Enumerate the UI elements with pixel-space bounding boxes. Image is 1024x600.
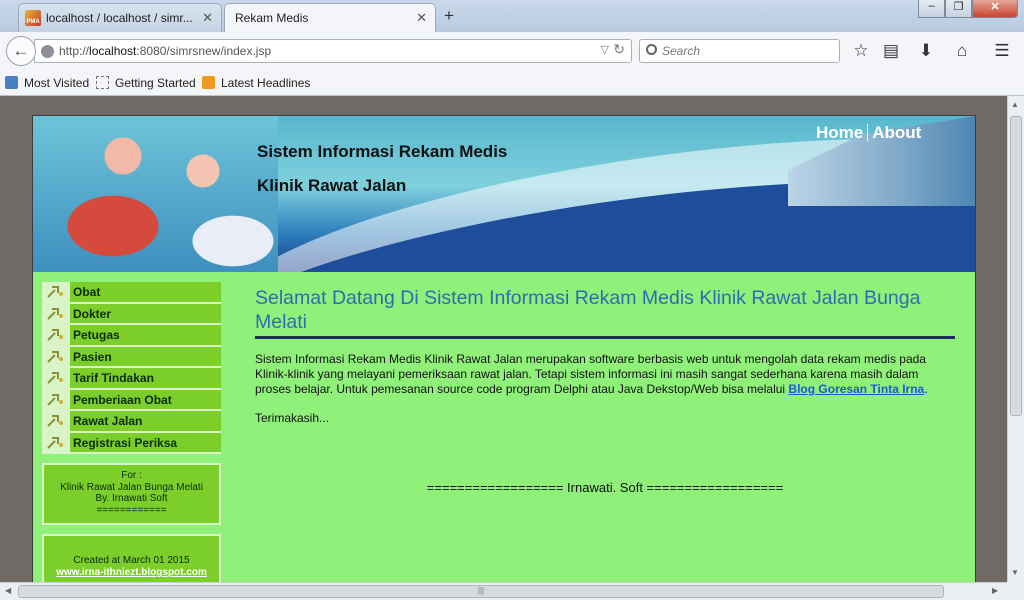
blog-goresan-link[interactable]: Blog Goresan Tinta Irna [788,382,924,396]
pin-arrow-icon [47,286,63,298]
minimize-button[interactable]: – [918,0,945,18]
banner-subtitle: Klinik Rawat Jalan [257,176,407,195]
blog-link[interactable]: www.irna-ithniezt.blogspot.com [44,567,219,579]
sidebar-item-registrasi-periksa[interactable]: Registrasi Periksa [42,432,221,454]
bookmark-label: Getting Started [115,76,196,90]
horizontal-scrollbar[interactable]: ◀ ||| ▶ [0,582,1007,600]
navigation-toolbar: http://localhost:8080/simrsnew/index.jsp… [0,32,1024,70]
scroll-left-arrow-icon[interactable]: ◀ [5,586,11,595]
credits-for-label: For : [121,470,142,481]
page-container: Sistem Informasi Rekam Medis Klinik Rawa… [32,115,976,582]
bookmark-label: Most Visited [24,76,90,90]
menu-hamburger-icon[interactable]: ☰ [992,41,1012,61]
horizontal-scroll-thumb[interactable]: ||| [18,585,944,598]
tab-close-icon[interactable]: ✕ [416,10,427,26]
search-icon [646,44,657,55]
vertical-scroll-thumb[interactable] [1010,116,1022,416]
sidebar-item-label: Tarif Tindakan [73,371,154,385]
created-info-box: Created at March 01 2015 www.irna-ithnie… [42,534,221,582]
bookmark-most-visited[interactable]: Most Visited [5,76,89,90]
pin-arrow-icon [47,415,63,427]
banner-title: Sistem Informasi Rekam Medis [257,142,508,161]
nav-link-home[interactable]: Home [816,123,863,142]
sidebar-item-label: Petugas [73,328,120,342]
search-input[interactable]: Search [639,39,840,63]
vertical-scrollbar[interactable]: ▲ ▼ [1007,96,1024,582]
top-navigation: Home About [816,123,925,143]
sidebar-item-tarif-tindakan[interactable]: Tarif Tindakan [42,368,221,390]
page-viewport: Sistem Informasi Rekam Medis Klinik Rawa… [0,96,1007,582]
close-window-button[interactable]: ✕ [972,0,1018,18]
sidebar-item-label: Rawat Jalan [73,414,143,428]
tab-phpmyadmin[interactable]: PMA localhost / localhost / simr... ✕ [18,3,222,32]
sidebar-item-obat[interactable]: Obat [42,282,221,304]
sidebar-item-dokter[interactable]: Dokter [42,303,221,325]
banner-medical-staff-image [33,116,278,272]
welcome-paragraph: Sistem Informasi Rekam Medis Klinik Rawa… [255,352,955,397]
search-placeholder: Search [662,44,701,58]
bookmarks-toolbar: Most Visited Getting Started Latest Head… [0,70,1024,96]
sidebar-item-pasien[interactable]: Pasien [42,346,221,368]
thanks-text: Terimakasih... [255,411,330,425]
pin-arrow-icon [47,350,63,363]
rss-feed-icon [202,76,215,89]
created-date: Created at March 01 2015 [73,555,190,566]
url-dropdown-icon[interactable]: ▽ [601,43,609,56]
pin-arrow-icon [47,393,63,406]
sidebar-item-label: Pasien [73,349,112,364]
tab-rekam-medis[interactable]: Rekam Medis ✕ [224,3,436,32]
home-icon[interactable]: ⌂ [952,41,972,61]
welcome-title: Selamat Datang Di Sistem Informasi Rekam… [255,286,955,339]
url-host: localhost [89,44,137,58]
credits-box: For : Klinik Rawat Jalan Bunga Melati By… [42,463,221,525]
sidebar-menu: Obat Dokter Petugas Pasien Tarif Tindaka… [42,282,221,454]
paragraph-end: . [924,382,928,396]
sidebar-item-label: Obat [73,285,101,299]
bookmarks-library-icon[interactable]: ▤ [881,41,901,61]
sidebar-item-rawat-jalan[interactable]: Rawat Jalan [42,411,221,433]
download-icon[interactable]: ⬇ [916,41,936,61]
header-banner: Sistem Informasi Rekam Medis Klinik Rawa… [33,116,975,272]
sidebar-item-label: Registrasi Periksa [73,435,178,450]
scrollbar-corner [1007,582,1024,600]
sidebar-item-pemberiaan-obat[interactable]: Pemberiaan Obat [42,389,221,411]
credits-clinic-name: Klinik Rawat Jalan Bunga Melati [60,481,203,493]
most-visited-icon [5,76,18,89]
nav-link-about[interactable]: About [872,123,921,142]
url-prefix: http:// [59,44,90,58]
url-path: :8080/simrsnew/index.jsp [136,44,272,58]
bookmark-latest-headlines[interactable]: Latest Headlines [202,76,310,90]
scroll-up-arrow-icon[interactable]: ▲ [1011,100,1019,109]
pin-arrow-icon [47,307,63,320]
sidebar-item-label: Dokter [73,306,112,321]
credits-author: By. Irnawati Soft [95,493,168,504]
browser-titlebar: PMA localhost / localhost / simr... ✕ Re… [0,0,1024,32]
new-tab-plus-icon[interactable]: + [444,6,454,26]
pin-arrow-icon [47,372,63,384]
maximize-button[interactable]: ❐ [945,0,972,18]
bookmark-label: Latest Headlines [221,76,311,90]
sidebar-item-label: Pemberiaan Obat [73,392,172,407]
reload-icon[interactable]: ↻ [613,41,625,58]
url-bar[interactable]: http://localhost:8080/simrsnew/index.jsp… [34,39,632,63]
page-icon [96,76,109,89]
scroll-right-arrow-icon[interactable]: ▶ [992,586,998,595]
signature-text: ================== Irnawati. Soft ======… [426,480,784,495]
back-button[interactable]: ← [6,36,36,66]
main-content: Selamat Datang Di Sistem Informasi Rekam… [255,286,955,495]
credits-divider: ============ [96,504,167,516]
globe-icon [41,45,54,58]
bookmark-star-icon[interactable]: ☆ [851,41,871,61]
pin-arrow-icon [47,329,63,341]
tab-title: Rekam Medis [235,11,309,25]
pin-arrow-icon [47,436,63,449]
bookmark-getting-started[interactable]: Getting Started [96,76,196,90]
tab-title: localhost / localhost / simr... [46,11,193,25]
pma-favicon-icon: PMA [25,10,41,26]
nav-separator [867,124,869,141]
scroll-down-arrow-icon[interactable]: ▼ [1011,568,1019,577]
tab-close-icon[interactable]: ✕ [202,10,213,26]
sidebar-item-petugas[interactable]: Petugas [42,325,221,347]
